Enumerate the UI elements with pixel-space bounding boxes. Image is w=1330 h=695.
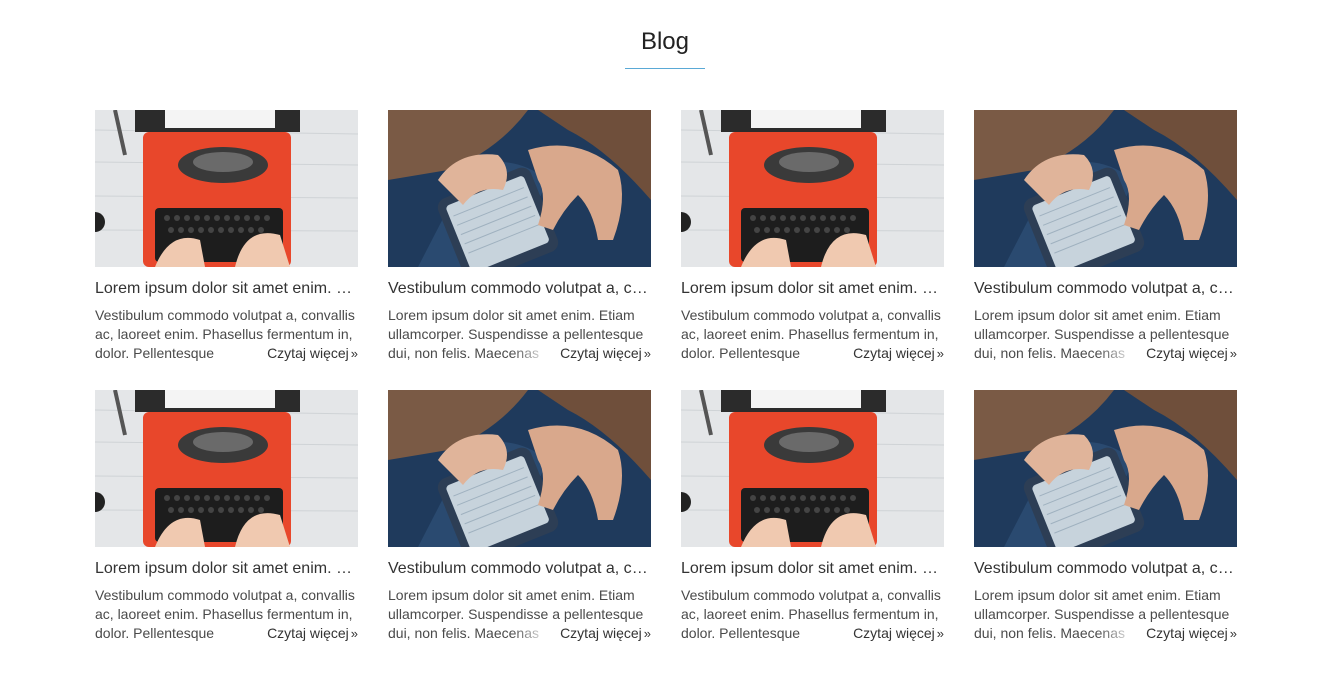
read-more-link[interactable]: Czytaj więcej» bbox=[556, 344, 651, 363]
chevron-right-icon: » bbox=[350, 346, 358, 361]
blog-card: Vestibulum commodo volutpat a, convallis… bbox=[974, 390, 1237, 643]
smartphone-image[interactable] bbox=[974, 110, 1237, 267]
post-excerpt-container: Vestibulum commodo volutpat a, convallis… bbox=[681, 306, 944, 363]
post-title[interactable]: Vestibulum commodo volutpat a, convallis bbox=[388, 279, 651, 299]
post-title[interactable]: Vestibulum commodo volutpat a, convallis bbox=[974, 559, 1237, 579]
read-more-link[interactable]: Czytaj więcej» bbox=[263, 624, 358, 643]
chevron-right-icon: » bbox=[936, 626, 944, 641]
post-excerpt-container: Lorem ipsum dolor sit amet enim. Etiam u… bbox=[974, 306, 1237, 363]
blog-card: Lorem ipsum dolor sit amet enim. Etiam V… bbox=[95, 110, 358, 363]
post-title[interactable]: Lorem ipsum dolor sit amet enim. Etiam bbox=[95, 559, 358, 579]
post-excerpt-container: Vestibulum commodo volutpat a, convallis… bbox=[681, 586, 944, 643]
chevron-right-icon: » bbox=[936, 346, 944, 361]
chevron-right-icon: » bbox=[1229, 346, 1237, 361]
typewriter-image[interactable] bbox=[95, 110, 358, 267]
post-excerpt-container: Lorem ipsum dolor sit amet enim. Etiam u… bbox=[974, 586, 1237, 643]
read-more-label: Czytaj więcej bbox=[853, 625, 935, 641]
post-excerpt-container: Lorem ipsum dolor sit amet enim. Etiam u… bbox=[388, 586, 651, 643]
read-more-link[interactable]: Czytaj więcej» bbox=[556, 624, 651, 643]
blog-card: Lorem ipsum dolor sit amet enim. Etiam V… bbox=[681, 390, 944, 643]
post-excerpt-container: Vestibulum commodo volutpat a, convallis… bbox=[95, 306, 358, 363]
post-excerpt-container: Lorem ipsum dolor sit amet enim. Etiam u… bbox=[388, 306, 651, 363]
smartphone-image[interactable] bbox=[388, 390, 651, 547]
typewriter-image[interactable] bbox=[95, 390, 358, 547]
post-excerpt-container: Vestibulum commodo volutpat a, convallis… bbox=[95, 586, 358, 643]
typewriter-image[interactable] bbox=[681, 110, 944, 267]
post-title[interactable]: Lorem ipsum dolor sit amet enim. Etiam bbox=[681, 279, 944, 299]
read-more-label: Czytaj więcej bbox=[1146, 625, 1228, 641]
smartphone-image[interactable] bbox=[974, 390, 1237, 547]
read-more-link[interactable]: Czytaj więcej» bbox=[263, 344, 358, 363]
smartphone-image[interactable] bbox=[388, 110, 651, 267]
blog-card: Vestibulum commodo volutpat a, convallis… bbox=[388, 390, 651, 643]
blog-card: Vestibulum commodo volutpat a, convallis… bbox=[388, 110, 651, 363]
read-more-label: Czytaj więcej bbox=[853, 345, 935, 361]
chevron-right-icon: » bbox=[1229, 626, 1237, 641]
chevron-right-icon: » bbox=[643, 346, 651, 361]
read-more-link[interactable]: Czytaj więcej» bbox=[849, 624, 944, 643]
chevron-right-icon: » bbox=[350, 626, 358, 641]
blog-card: Lorem ipsum dolor sit amet enim. Etiam V… bbox=[681, 110, 944, 363]
read-more-label: Czytaj więcej bbox=[267, 345, 349, 361]
post-title[interactable]: Lorem ipsum dolor sit amet enim. Etiam bbox=[95, 279, 358, 299]
title-divider bbox=[625, 68, 705, 69]
read-more-link[interactable]: Czytaj więcej» bbox=[1142, 624, 1237, 643]
read-more-link[interactable]: Czytaj więcej» bbox=[1142, 344, 1237, 363]
blog-card: Lorem ipsum dolor sit amet enim. Etiam V… bbox=[95, 390, 358, 643]
blog-card: Vestibulum commodo volutpat a, convallis… bbox=[974, 110, 1237, 363]
read-more-label: Czytaj więcej bbox=[560, 625, 642, 641]
chevron-right-icon: » bbox=[643, 626, 651, 641]
read-more-label: Czytaj więcej bbox=[267, 625, 349, 641]
typewriter-image[interactable] bbox=[681, 390, 944, 547]
post-title[interactable]: Vestibulum commodo volutpat a, convallis bbox=[388, 559, 651, 579]
read-more-label: Czytaj więcej bbox=[560, 345, 642, 361]
post-title[interactable]: Lorem ipsum dolor sit amet enim. Etiam bbox=[681, 559, 944, 579]
page-title: Blog bbox=[640, 28, 690, 55]
post-title[interactable]: Vestibulum commodo volutpat a, convallis bbox=[974, 279, 1237, 299]
read-more-link[interactable]: Czytaj więcej» bbox=[849, 344, 944, 363]
blog-grid: Lorem ipsum dolor sit amet enim. Etiam V… bbox=[95, 110, 1237, 643]
read-more-label: Czytaj więcej bbox=[1146, 345, 1228, 361]
